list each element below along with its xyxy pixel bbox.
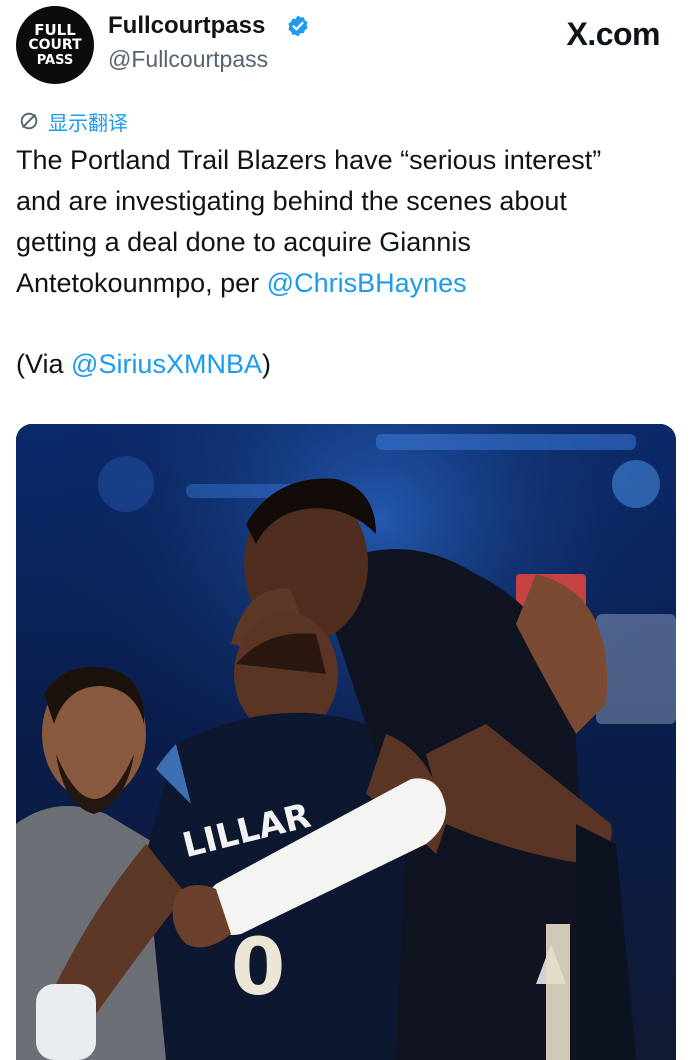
tweet-line-2: and are investigating behind the scenes …	[16, 186, 567, 216]
mention-link-siriusxmnba[interactable]: @SiriusXMNBA	[71, 349, 262, 379]
avatar-text-line-1: FULL	[34, 20, 76, 39]
tweet-text: The Portland Trail Blazers have “serious…	[16, 140, 676, 304]
tweet-line-3: getting a deal done to acquire Giannis	[16, 227, 471, 257]
user-handle[interactable]: @Fullcourtpass	[108, 46, 268, 73]
basketball-photo: LILLAR 0	[16, 424, 676, 1060]
display-name[interactable]: Fullcourtpass	[108, 12, 265, 40]
tweet-line-1: The Portland Trail Blazers have “serious…	[16, 145, 602, 175]
tweet-header: FULL COURT PASS Fullcourtpass @Fullcourt…	[0, 0, 690, 100]
mention-link-chrisbhaynes[interactable]: @ChrisBHaynes	[267, 268, 467, 298]
jersey-number-text: 0	[231, 923, 285, 1013]
translate-icon	[20, 112, 38, 130]
tweet-media-image[interactable]: LILLAR 0	[16, 424, 676, 1060]
via-prefix: (Via	[16, 349, 72, 379]
tweet-line-4: Antetokounmpo, per @ChrisBHaynes	[16, 263, 676, 304]
show-translation-label: 显示翻译	[48, 112, 128, 135]
avatar-text-line-2: COURT	[28, 36, 82, 53]
tweet-line-4-text: Antetokounmpo, per	[16, 268, 267, 298]
via-suffix: )	[261, 349, 271, 379]
via-line: (Via @SiriusXMNBA)	[16, 344, 271, 385]
show-translation-button[interactable]: 显示翻译	[18, 106, 128, 136]
verified-badge-icon	[288, 15, 308, 37]
avatar[interactable]: FULL COURT PASS	[16, 6, 94, 84]
avatar-text-line-3: PASS	[36, 52, 74, 68]
brand-logo: X.com	[566, 16, 660, 52]
